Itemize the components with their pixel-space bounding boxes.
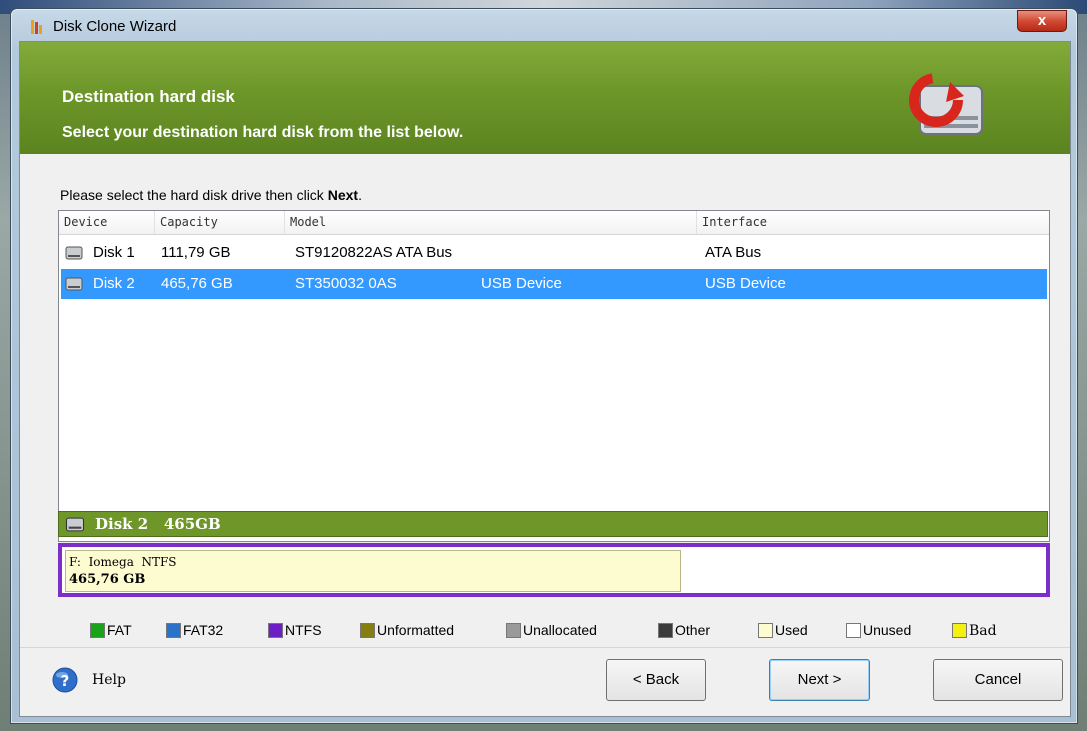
- help-label: Help: [92, 672, 126, 688]
- legend-label: Other: [675, 622, 711, 638]
- legend-item-unformatted: Unformatted: [360, 620, 454, 640]
- disk-clone-icon: [909, 73, 983, 135]
- partition-info: F: Iomega NTFS: [69, 555, 177, 569]
- legend-item-ntfs: NTFS: [268, 620, 322, 640]
- hard-disk-icon: [65, 246, 83, 260]
- legend-label: Unused: [863, 622, 912, 638]
- disk-interface: USB Device: [705, 275, 786, 292]
- help-icon: ?: [52, 667, 78, 693]
- legend-item-fat: FAT: [90, 620, 132, 640]
- wizard-client-area: Destination hard disk Select your destin…: [19, 41, 1071, 717]
- title-bar[interactable]: Disk Clone Wizard x: [11, 9, 1077, 41]
- disk-model: ST9120822AS ATA Bus: [295, 244, 453, 261]
- column-header-device[interactable]: Device: [59, 211, 155, 234]
- wizard-window: Disk Clone Wizard x Destination hard dis…: [10, 8, 1078, 724]
- legend-label: Unformatted: [377, 622, 455, 638]
- disk-list-header: Device Capacity Model Interface: [59, 211, 1049, 235]
- disk-capacity: 465,76 GB: [161, 275, 233, 292]
- disk-row-1[interactable]: Disk 1 111,79 GB ST9120822AS ATA Bus ATA…: [61, 238, 1047, 268]
- legend-item-unused: Unused: [846, 620, 911, 640]
- column-header-interface[interactable]: Interface: [697, 211, 1037, 234]
- selected-disk-bar: Disk 2 465GB: [58, 511, 1048, 537]
- legend-item-unallocated: Unallocated: [506, 620, 597, 640]
- legend-item-fat32: FAT32: [166, 620, 223, 640]
- legend-label: Bad: [969, 623, 997, 639]
- instruction-suffix: .: [358, 187, 362, 203]
- header-title: Destination hard disk: [62, 87, 235, 106]
- selected-disk-label: Disk 2 465GB: [95, 515, 221, 533]
- legend-swatch: [952, 623, 967, 638]
- disk-device: Disk 2: [93, 275, 135, 292]
- disk-capacity: 111,79 GB: [161, 244, 231, 261]
- legend-swatch: [846, 623, 861, 638]
- legend-label: FAT32: [183, 622, 224, 638]
- legend-swatch: [360, 623, 375, 638]
- instruction-prefix: Please select the hard disk drive then c…: [60, 187, 328, 203]
- column-header-capacity[interactable]: Capacity: [155, 211, 285, 234]
- disk-list[interactable]: Device Capacity Model Interface Disk 1 1…: [58, 210, 1050, 542]
- cancel-button[interactable]: Cancel: [933, 659, 1063, 701]
- legend-item-other: Other: [658, 620, 710, 640]
- instruction-next-emphasis: Next: [327, 187, 359, 203]
- disk-interface: ATA Bus: [705, 244, 762, 261]
- legend-label: FAT: [107, 622, 132, 638]
- legend-swatch: [658, 623, 673, 638]
- instruction-text: Please select the hard disk drive then c…: [60, 187, 362, 203]
- legend-label: NTFS: [285, 622, 322, 638]
- legend-swatch: [758, 623, 773, 638]
- partition-size: 465,76 GB: [69, 572, 146, 587]
- legend-item-used: Used: [758, 620, 808, 640]
- back-button[interactable]: < Back: [606, 659, 706, 701]
- window-title: Disk Clone Wizard: [53, 18, 177, 35]
- svg-text:?: ?: [61, 672, 70, 690]
- selected-disk-name: Disk 2: [95, 515, 149, 533]
- legend-label: Unallocated: [523, 622, 597, 638]
- legend-swatch: [268, 623, 283, 638]
- footer-divider: [20, 647, 1070, 648]
- hard-disk-icon: [65, 517, 85, 532]
- selected-disk-size: 465GB: [163, 515, 221, 533]
- legend-swatch: [90, 623, 105, 638]
- partition-legend: FAT FAT32 NTFS Unformatted Unallocated O…: [82, 620, 1062, 640]
- legend-swatch: [506, 623, 521, 638]
- hard-disk-icon: [65, 277, 83, 291]
- partition-map: F: Iomega NTFS 465,76 GB: [58, 543, 1050, 597]
- legend-label: Used: [775, 622, 808, 638]
- wizard-header: Destination hard disk Select your destin…: [20, 42, 1070, 154]
- partition-block[interactable]: F: Iomega NTFS 465,76 GB: [65, 550, 681, 592]
- app-icon: [31, 20, 42, 34]
- legend-item-bad: Bad: [952, 620, 997, 640]
- next-button[interactable]: Next >: [769, 659, 870, 701]
- disk-row-2[interactable]: Disk 2 465,76 GB ST350032 0AS USB Device…: [61, 269, 1047, 299]
- legend-swatch: [166, 623, 181, 638]
- disk-device: Disk 1: [93, 244, 135, 261]
- close-button[interactable]: x: [1017, 10, 1067, 32]
- header-subtitle: Select your destination hard disk from t…: [62, 124, 464, 141]
- disk-model: ST350032 0AS: [295, 275, 397, 292]
- column-header-model[interactable]: Model: [285, 211, 697, 234]
- disk-model-extra: USB Device: [481, 275, 562, 292]
